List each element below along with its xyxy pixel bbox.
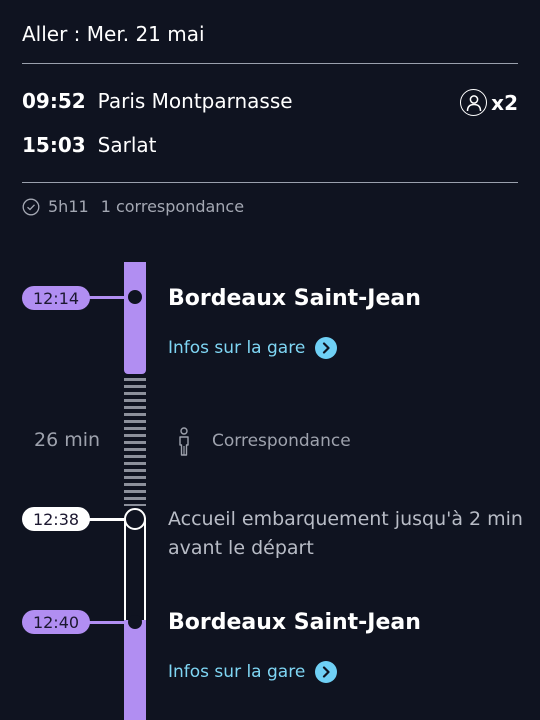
stop-marker [128, 290, 142, 304]
chevron-right-icon [315, 337, 338, 359]
page-title: Aller : Mer. 21 mai [22, 22, 205, 46]
passenger-count-label: x2 [491, 90, 518, 115]
trip-connections: 1 correspondance [100, 197, 245, 216]
arrival-time-badge: 12:14 [22, 286, 90, 310]
arrival-station: Sarlat [97, 133, 157, 157]
connection-arrival-station: Bordeaux Saint-Jean [168, 286, 421, 311]
trip-summary: 5h11 1 correspondance [22, 197, 244, 216]
departure-row: 09:52 Paris Montparnasse [22, 89, 293, 113]
boarding-time-badge: 12:38 [22, 507, 90, 531]
departure-station: Paris Montparnasse [97, 89, 293, 113]
chevron-right-icon [315, 661, 338, 683]
journey-divider [22, 182, 518, 183]
arrival-row: 15:03 Sarlat [22, 133, 157, 157]
connection-walk-segment [124, 378, 146, 506]
boarding-marker [124, 508, 146, 530]
departure-time: 09:52 [22, 89, 86, 113]
time-connector [88, 296, 128, 299]
person-circle-icon [460, 89, 488, 116]
train-segment-bar [124, 262, 146, 374]
trip-duration: 5h11 [48, 197, 89, 216]
departure-time-badge: 12:40 [22, 610, 90, 634]
departure-time-connector [88, 621, 128, 624]
departure-stop-marker [128, 615, 142, 629]
passenger-count: x2 [460, 89, 518, 116]
boarding-segment-bar [124, 518, 146, 622]
station-info-label-2: Infos sur la gare [168, 662, 306, 682]
station-info-label: Infos sur la gare [168, 338, 306, 358]
connection-label: Correspondance [212, 431, 351, 451]
walking-person-icon [179, 427, 189, 456]
connection-departure-station: Bordeaux Saint-Jean [168, 610, 421, 635]
connection-duration: 26 min [34, 429, 101, 451]
header-divider [22, 63, 518, 64]
boarding-time-connector [88, 518, 128, 521]
arrival-time: 15:03 [22, 133, 86, 157]
boarding-note: Accueil embarquement jusqu'à 2 min avant… [168, 508, 523, 559]
train-segment-bar-2 [124, 620, 146, 720]
station-info-link-2[interactable]: Infos sur la gare [168, 661, 338, 683]
clock-icon [22, 198, 40, 215]
station-info-link[interactable]: Infos sur la gare [168, 337, 338, 359]
